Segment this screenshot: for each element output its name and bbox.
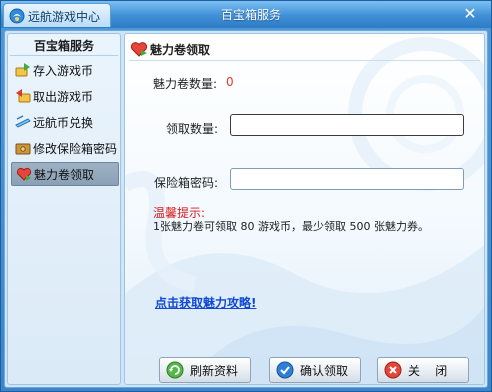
panel-title: 魅力卷领取 <box>130 40 210 58</box>
close-window-icon[interactable]: ✕ <box>459 4 481 24</box>
sidebar-item-charm-coupon[interactable]: 魅力卷领取 <box>11 162 119 186</box>
panel-title-text: 魅力卷领取 <box>150 42 211 57</box>
claim-amount-label: 领取数量: <box>166 122 219 136</box>
main-panel: 魅力卷领取 魅力卷数量: 0 领取数量: 保险箱密码: 温馨提示: 1张魅力卷可… <box>124 33 485 385</box>
app-window: 远航游戏中心 百宝箱服务 ✕ 百宝箱服务 存入游戏币 取出游戏币 远航币兑换 修… <box>0 0 492 392</box>
charm-coupon-icon <box>130 42 148 57</box>
app-tab[interactable]: 远航游戏中心 <box>3 3 111 27</box>
confirm-icon <box>276 361 294 379</box>
close-button[interactable]: 关 闭 <box>377 357 469 383</box>
content-area: 百宝箱服务 存入游戏币 取出游戏币 远航币兑换 修改保险箱密码 魅力卷领取 魅力… <box>4 30 488 388</box>
sidebar-item-label: 存入游戏币 <box>33 63 94 78</box>
sidebar-item-label: 修改保险箱密码 <box>33 141 118 156</box>
title-divider <box>129 60 480 61</box>
confirm-label: 确认领取 <box>300 363 349 378</box>
safe-password-label: 保险箱密码: <box>154 176 219 190</box>
charm-count-label: 魅力卷数量: <box>153 77 218 91</box>
app-title: 远航游戏中心 <box>28 10 101 24</box>
deposit-icon <box>15 63 30 77</box>
sidebar-item-label: 远航币兑换 <box>33 115 94 130</box>
charm-count-value: 0 <box>226 75 234 89</box>
close-icon <box>384 361 402 379</box>
charm-coupon-icon <box>16 167 32 181</box>
window-title: 百宝箱服务 <box>220 8 281 22</box>
safe-password-input[interactable] <box>230 168 464 190</box>
sidebar-item-deposit[interactable]: 存入游戏币 <box>11 58 119 82</box>
sidebar-item-label: 取出游戏币 <box>33 89 94 104</box>
sidebar-header: 百宝箱服务 <box>10 36 118 56</box>
charm-guide-link[interactable]: 点击获取魅力攻略! <box>155 294 256 311</box>
sidebar: 百宝箱服务 存入游戏币 取出游戏币 远航币兑换 修改保险箱密码 魅力卷领取 <box>7 33 121 385</box>
title-bar[interactable]: 远航游戏中心 百宝箱服务 ✕ <box>1 1 491 28</box>
refresh-button[interactable]: 刷新资料 <box>159 357 251 383</box>
withdraw-icon <box>16 89 31 103</box>
exchange-icon <box>15 115 31 128</box>
confirm-claim-button[interactable]: 确认领取 <box>269 357 361 383</box>
safe-password-icon <box>15 143 31 155</box>
sidebar-item-change-safe-password[interactable]: 修改保险箱密码 <box>11 136 119 160</box>
close-label: 关 闭 <box>408 363 448 378</box>
claim-amount-input[interactable] <box>230 114 464 136</box>
sidebar-item-withdraw[interactable]: 取出游戏币 <box>11 84 119 108</box>
hint-text: 1张魅力卷可领取 80 游戏币，最少领取 500 张魅力券。 <box>153 220 429 233</box>
sidebar-item-label: 魅力卷领取 <box>34 167 95 182</box>
refresh-label: 刷新资料 <box>190 363 239 378</box>
sidebar-item-exchange[interactable]: 远航币兑换 <box>11 110 119 134</box>
app-logo-icon <box>9 8 25 24</box>
refresh-icon <box>166 361 184 379</box>
